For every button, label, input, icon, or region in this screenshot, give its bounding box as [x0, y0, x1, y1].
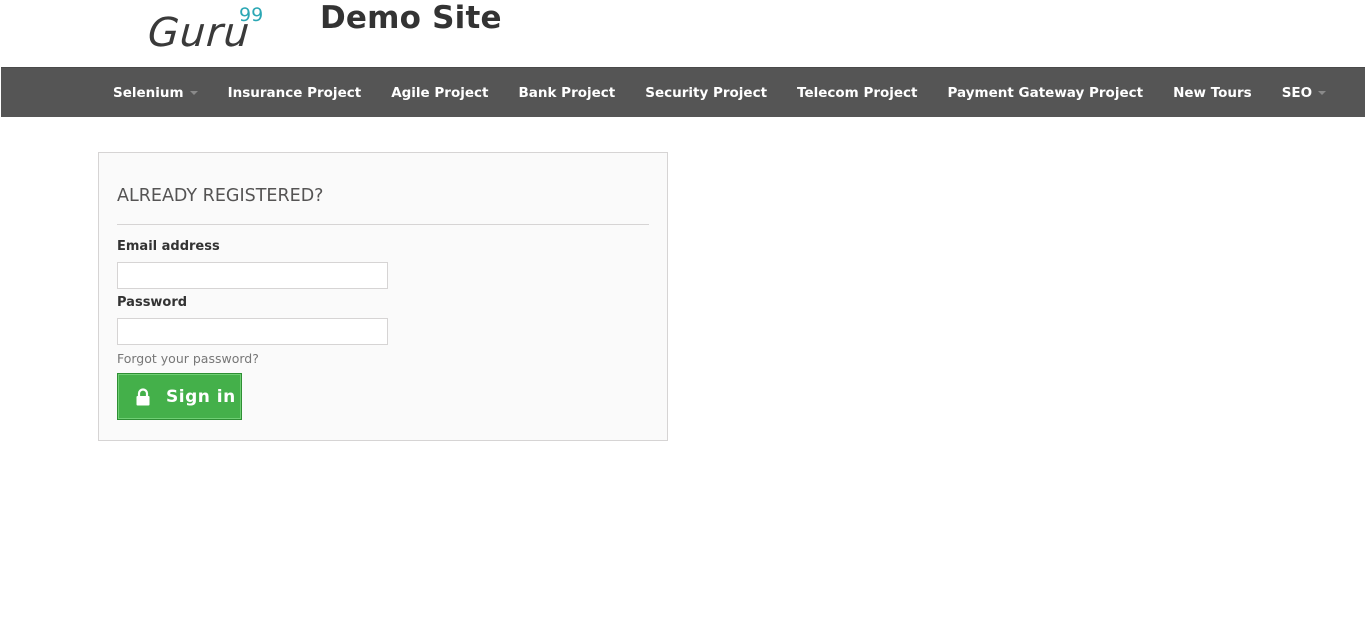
email-label: Email address [117, 239, 220, 254]
nav-item-label: Bank Project [518, 85, 616, 101]
nav-item-label: New Tours [1173, 85, 1252, 101]
nav-item-label: Insurance Project [227, 85, 362, 101]
logo-text: Guru [146, 10, 252, 56]
nav-item-label: Security Project [645, 85, 768, 101]
nav-item-new-tours[interactable]: New Tours [1158, 68, 1267, 118]
nav-item-insurance-project[interactable]: Insurance Project [213, 68, 377, 118]
sign-in-button[interactable]: Sign in [117, 373, 242, 420]
nav-item-agile-project[interactable]: Agile Project [376, 68, 503, 118]
heading-divider [117, 224, 649, 225]
nav-list: Selenium Insurance Project Agile Project… [98, 68, 1341, 118]
nav-item-selenium[interactable]: Selenium [98, 68, 213, 118]
logo-superscript: 99 [239, 4, 264, 26]
nav-item-bank-project[interactable]: Bank Project [503, 68, 630, 118]
nav-item-telecom-project[interactable]: Telecom Project [782, 68, 932, 118]
caret-down-icon [1318, 91, 1327, 95]
password-label: Password [117, 295, 188, 310]
sign-in-label: Sign in [166, 386, 236, 407]
password-field[interactable] [117, 318, 388, 345]
forgot-password-link[interactable]: Forgot your password? [117, 351, 259, 366]
site-title: Demo Site [320, 0, 502, 36]
caret-down-icon [189, 91, 198, 95]
main-navbar: Selenium Insurance Project Agile Project… [1, 67, 1365, 117]
login-form-box: ALREADY REGISTERED? Email address Passwo… [98, 152, 668, 441]
lock-icon [136, 387, 150, 406]
nav-item-seo[interactable]: SEO [1267, 68, 1341, 118]
nav-item-label: Telecom Project [797, 85, 918, 101]
nav-item-security-project[interactable]: Security Project [630, 68, 782, 118]
nav-item-label: Agile Project [391, 85, 489, 101]
nav-item-label: SEO [1281, 85, 1313, 101]
login-heading: ALREADY REGISTERED? [117, 186, 324, 206]
email-field[interactable] [117, 262, 388, 289]
site-header: Guru 99 Demo Site [0, 0, 1366, 67]
nav-item-label: Payment Gateway Project [947, 85, 1144, 101]
guru99-logo[interactable]: Guru 99 [146, 4, 273, 56]
nav-item-payment-gateway-project[interactable]: Payment Gateway Project [933, 68, 1159, 118]
nav-item-label: Selenium [113, 85, 184, 101]
